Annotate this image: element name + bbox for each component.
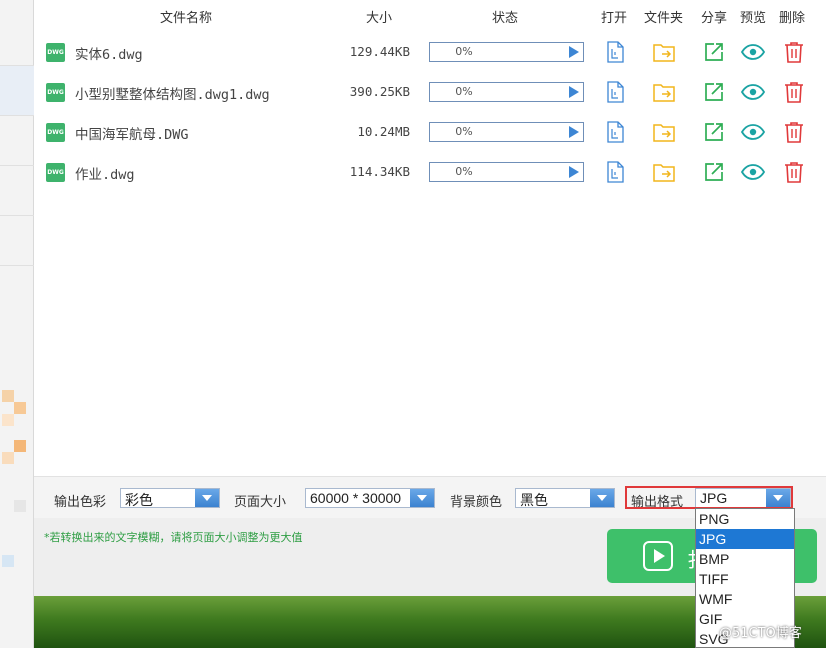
- progress-text: 0%: [455, 85, 473, 98]
- progress-bar: 0%: [429, 42, 584, 62]
- dwg-file-icon: DWG: [46, 83, 65, 102]
- sidebar-item[interactable]: [0, 0, 34, 66]
- hint-text: *若转换出来的文字模糊，请将页面大小调整为更大值: [44, 531, 303, 544]
- share-icon[interactable]: [702, 160, 726, 184]
- chevron-down-icon[interactable]: [590, 489, 614, 507]
- blurred-pixel: [14, 440, 26, 452]
- chevron-down-icon[interactable]: [195, 489, 219, 507]
- header-size: 大小: [366, 11, 393, 26]
- sidebar-item[interactable]: [0, 166, 34, 216]
- start-icon[interactable]: [569, 126, 579, 138]
- progress-text: 0%: [455, 125, 473, 138]
- folder-icon[interactable]: [652, 160, 676, 184]
- color-select-value: 彩色: [125, 492, 153, 508]
- blurred-pixel: [2, 390, 14, 402]
- header-open: 打开: [601, 11, 628, 26]
- file-name: 小型别墅整体结构图.dwg1.dwg: [75, 87, 270, 103]
- format-option-wmf[interactable]: WMF: [696, 589, 794, 609]
- progress-text: 0%: [455, 45, 473, 58]
- file-open-icon[interactable]: [603, 40, 627, 64]
- sidebar-item[interactable]: [0, 216, 34, 266]
- trash-icon[interactable]: [782, 80, 806, 104]
- file-size: 129.44KB: [349, 44, 410, 59]
- progress-bar: 0%: [429, 82, 584, 102]
- bg-color-select[interactable]: 黑色: [515, 488, 615, 508]
- eye-icon[interactable]: [741, 40, 765, 64]
- eye-icon[interactable]: [741, 80, 765, 104]
- play-icon: [643, 541, 673, 571]
- format-highlight-box: [625, 486, 793, 509]
- bg-color-select-value: 黑色: [520, 492, 548, 508]
- file-row[interactable]: DWG 实体6.dwg 129.44KB 0%: [34, 32, 826, 72]
- chevron-down-icon[interactable]: [410, 489, 434, 507]
- format-option-tiff[interactable]: TIFF: [696, 569, 794, 589]
- sidebar-item[interactable]: [0, 116, 34, 166]
- progress-text: 0%: [455, 165, 473, 178]
- color-label: 输出色彩: [54, 495, 107, 510]
- share-icon[interactable]: [702, 120, 726, 144]
- start-icon[interactable]: [569, 86, 579, 98]
- format-option-png[interactable]: PNG: [696, 509, 794, 529]
- share-icon[interactable]: [702, 40, 726, 64]
- format-option-bmp[interactable]: BMP: [696, 549, 794, 569]
- file-size: 114.34KB: [349, 164, 410, 179]
- file-open-icon[interactable]: [603, 80, 627, 104]
- header-share: 分享: [701, 11, 728, 26]
- color-select[interactable]: 彩色: [120, 488, 220, 508]
- start-icon[interactable]: [569, 166, 579, 178]
- trash-icon[interactable]: [782, 120, 806, 144]
- converter-window: 文件名称 大小 状态 打开 文件夹 分享 预览 删除 DWG 实体6.dwg 1…: [34, 0, 826, 596]
- share-icon[interactable]: [702, 80, 726, 104]
- file-open-icon[interactable]: [603, 120, 627, 144]
- page-size-select-value: 60000 * 30000: [310, 490, 402, 506]
- dwg-file-icon: DWG: [46, 43, 65, 62]
- left-sidebar: [0, 0, 34, 648]
- trash-icon[interactable]: [782, 160, 806, 184]
- sidebar-item-selected[interactable]: [0, 66, 34, 116]
- trash-icon[interactable]: [782, 40, 806, 64]
- header-file-name: 文件名称: [160, 11, 213, 26]
- file-name: 中国海军航母.DWG: [75, 127, 189, 143]
- blurred-pixel: [14, 402, 26, 414]
- blurred-pixel: [2, 452, 14, 464]
- folder-icon[interactable]: [652, 40, 676, 64]
- format-option-jpg[interactable]: JPG: [696, 529, 794, 549]
- eye-icon[interactable]: [741, 160, 765, 184]
- blurred-pixel: [2, 555, 14, 567]
- header-status: 状态: [492, 11, 519, 26]
- header-preview: 预览: [740, 11, 767, 26]
- dwg-file-icon: DWG: [46, 163, 65, 182]
- start-icon[interactable]: [569, 46, 579, 58]
- file-row[interactable]: DWG 小型别墅整体结构图.dwg1.dwg 390.25KB 0%: [34, 72, 826, 112]
- watermark: @51CTO博客: [719, 626, 802, 641]
- file-name: 实体6.dwg: [75, 47, 143, 63]
- file-row[interactable]: DWG 作业.dwg 114.34KB 0%: [34, 152, 826, 192]
- blurred-pixel: [2, 414, 14, 426]
- page-size-label: 页面大小: [234, 495, 287, 510]
- header-delete: 删除: [779, 11, 806, 26]
- dwg-file-icon: DWG: [46, 123, 65, 142]
- file-table-header: 文件名称 大小 状态 打开 文件夹 分享 预览 删除: [34, 0, 826, 32]
- blurred-pixel: [14, 500, 26, 512]
- folder-icon[interactable]: [652, 80, 676, 104]
- file-name: 作业.dwg: [75, 167, 135, 183]
- file-open-icon[interactable]: [603, 160, 627, 184]
- header-folder: 文件夹: [644, 11, 684, 26]
- page-size-select[interactable]: 60000 * 30000: [305, 488, 435, 508]
- bg-color-label: 背景颜色: [450, 495, 503, 510]
- eye-icon[interactable]: [741, 120, 765, 144]
- file-size: 10.24MB: [357, 124, 410, 139]
- folder-icon[interactable]: [652, 120, 676, 144]
- file-row[interactable]: DWG 中国海军航母.DWG 10.24MB 0%: [34, 112, 826, 152]
- progress-bar: 0%: [429, 162, 584, 182]
- progress-bar: 0%: [429, 122, 584, 142]
- file-size: 390.25KB: [349, 84, 410, 99]
